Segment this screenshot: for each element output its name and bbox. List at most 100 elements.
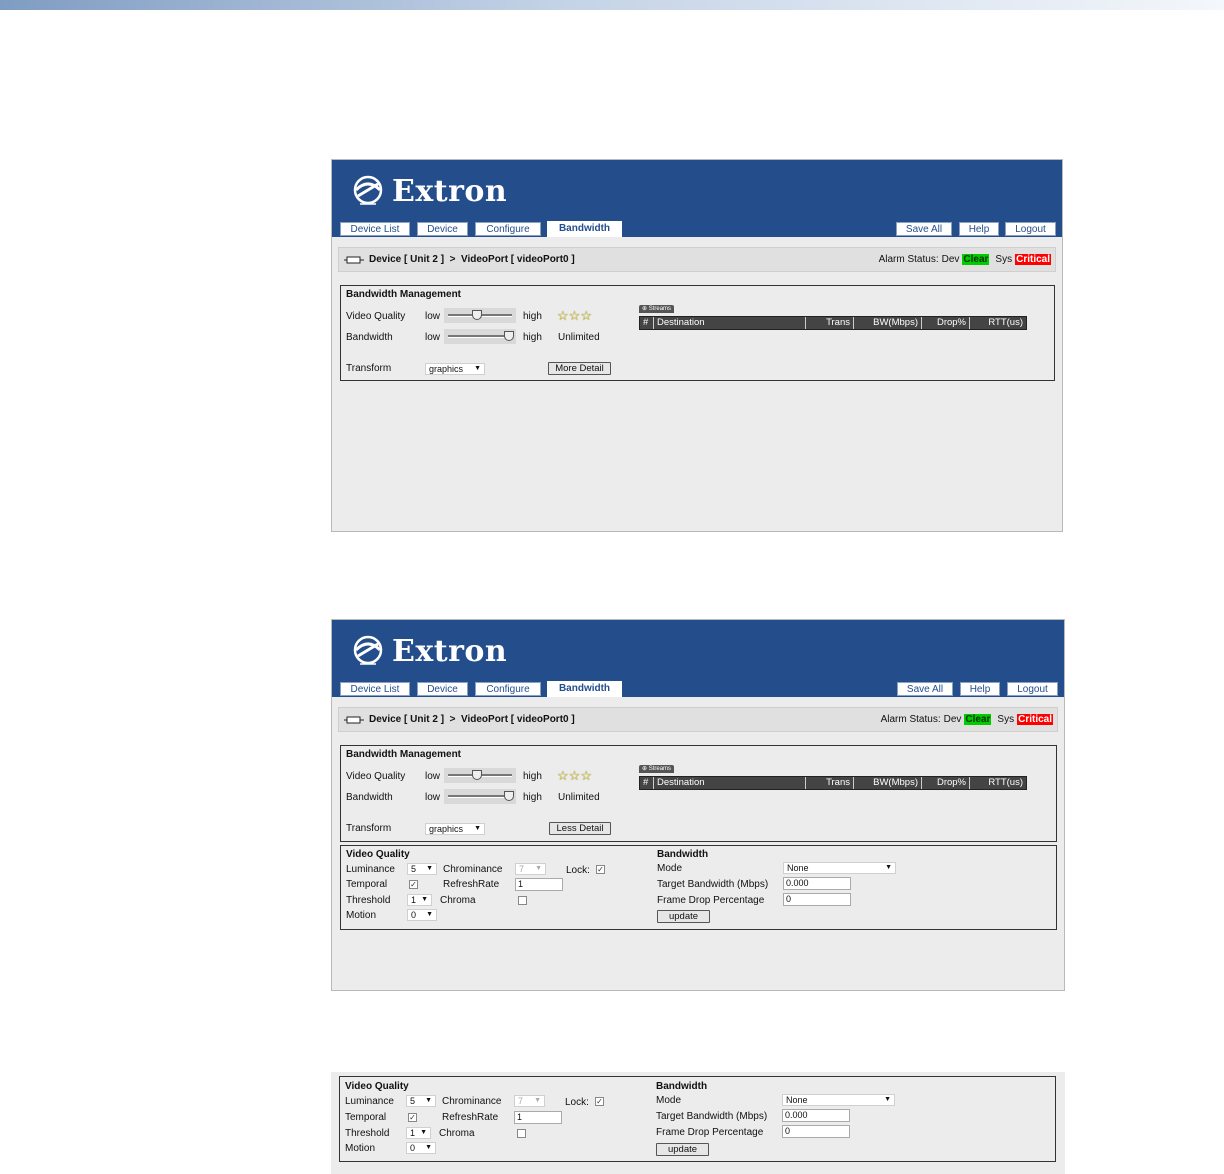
refresh-rate-label: RefreshRate	[442, 1112, 499, 1123]
slider-thumb[interactable]	[504, 791, 514, 801]
tab-configure[interactable]: Configure	[475, 222, 541, 236]
help-button[interactable]: Help	[960, 682, 1000, 696]
streams-tab[interactable]: ⊕ Streams	[639, 765, 675, 773]
target-bandwidth-label: Target Bandwidth (Mbps)	[656, 1111, 768, 1122]
motion-select[interactable]: 0 ▼	[407, 909, 437, 921]
col-header: RTT(us)	[988, 317, 1023, 328]
alarm-status: Alarm Status: Dev Clear Sys Critical	[879, 254, 1051, 265]
lock-label: Lock:	[566, 865, 590, 876]
chroma-checkbox[interactable]	[518, 896, 527, 905]
chevron-down-icon: ▼	[534, 1097, 541, 1104]
refresh-rate-input[interactable]: 1	[515, 878, 563, 891]
temporal-checkbox[interactable]: ✓	[409, 880, 418, 889]
video-quality-label: Video Quality	[346, 311, 406, 322]
target-bandwidth-input[interactable]: 0.000	[782, 1109, 850, 1122]
chroma-checkbox[interactable]	[517, 1129, 526, 1138]
transform-select[interactable]: graphics ▼	[425, 823, 485, 835]
frame-drop-input[interactable]: 0	[782, 1125, 850, 1138]
threshold-select[interactable]: 1 ▼	[406, 1127, 431, 1139]
screenshot-panel-3: Video Quality Luminance 5 ▼ Chrominance 7…	[331, 1072, 1065, 1174]
mode-label: Mode	[656, 1095, 682, 1106]
star-icon: ☆	[568, 308, 581, 323]
tab-device-list[interactable]: Device List	[340, 682, 410, 696]
chevron-down-icon: ▼	[425, 1144, 432, 1151]
tab-device[interactable]: Device	[417, 682, 468, 696]
chevron-down-icon: ▼	[885, 864, 892, 871]
chevron-down-icon: ▼	[474, 365, 481, 372]
streams-tab[interactable]: ⊕ Streams	[639, 305, 675, 313]
target-bandwidth-input[interactable]: 0.000	[783, 877, 851, 890]
streams-table-header: # Destination Trans BW(Mbps) Drop% RTT(u…	[639, 316, 1027, 330]
threshold-select[interactable]: 1 ▼	[407, 894, 432, 906]
tab-bandwidth[interactable]: Bandwidth	[547, 681, 622, 697]
update-button[interactable]: update	[656, 1143, 709, 1156]
breadcrumb-text: Device [ Unit 2 ] > VideoPort [ videoPor…	[369, 254, 575, 265]
threshold-label: Threshold	[346, 895, 391, 906]
vq-high-label: high	[523, 771, 542, 782]
chrominance-select[interactable]: 7 ▼	[515, 863, 546, 875]
chrominance-select[interactable]: 7 ▼	[514, 1095, 545, 1107]
page-top-bar	[0, 0, 1224, 10]
mode-select[interactable]: None ▼	[783, 862, 896, 874]
chroma-label: Chroma	[439, 1128, 475, 1139]
app-header: Extron Device List Device Configure Band…	[332, 160, 1062, 237]
save-all-button[interactable]: Save All	[897, 682, 953, 696]
temporal-label: Temporal	[345, 1112, 387, 1123]
video-quality-slider[interactable]	[444, 308, 516, 323]
luminance-select[interactable]: 5 ▼	[406, 1095, 436, 1107]
chevron-down-icon: ▼	[421, 896, 428, 903]
col-header: Trans	[806, 317, 854, 329]
frame-drop-input[interactable]: 0	[783, 893, 851, 906]
detail-section: Video Quality Luminance 5 ▼ Chrominance 7…	[340, 845, 1057, 930]
less-detail-button[interactable]: Less Detail	[549, 822, 611, 835]
dev-status-badge: Clear	[962, 254, 990, 265]
transform-select[interactable]: graphics ▼	[425, 363, 485, 375]
luminance-label: Luminance	[346, 864, 395, 875]
slider-thumb[interactable]	[472, 310, 483, 320]
lock-checkbox[interactable]: ✓	[595, 1097, 604, 1106]
help-button[interactable]: Help	[959, 222, 999, 236]
bw-low-label: low	[425, 332, 441, 343]
alarm-dev-label: Dev	[943, 714, 962, 725]
star-icon: ☆	[557, 308, 569, 323]
motion-label: Motion	[346, 910, 377, 921]
slider-thumb[interactable]	[472, 770, 483, 780]
luminance-select[interactable]: 5 ▼	[407, 863, 437, 875]
brand-name: Extron	[392, 633, 508, 669]
chevron-down-icon: ▼	[426, 911, 433, 918]
temporal-checkbox[interactable]: ✓	[408, 1113, 417, 1122]
extron-logo: Extron	[350, 173, 508, 209]
logout-button[interactable]: Logout	[1005, 222, 1056, 236]
tab-device[interactable]: Device	[417, 222, 468, 236]
sys-status-badge: Critical	[1015, 254, 1051, 265]
update-button[interactable]: update	[657, 910, 710, 923]
save-all-button[interactable]: Save All	[896, 222, 952, 236]
quality-stars: ☆ ☆ ☆	[557, 309, 592, 322]
breadcrumb: Device [ Unit 2 ] > VideoPort [ videoPor…	[344, 254, 575, 265]
tab-device-list[interactable]: Device List	[340, 222, 410, 236]
more-detail-button[interactable]: More Detail	[548, 362, 611, 375]
luminance-label: Luminance	[345, 1096, 394, 1107]
vq-low-label: low	[425, 311, 441, 322]
screenshot-panel-2: Extron Device List Device Configure Band…	[331, 619, 1065, 991]
col-header: #	[640, 777, 654, 789]
lock-checkbox[interactable]: ✓	[596, 865, 605, 874]
bw-low-label: low	[425, 792, 441, 803]
bandwidth-slider[interactable]	[444, 789, 516, 804]
bandwidth-slider[interactable]	[444, 329, 516, 344]
motion-select[interactable]: 0 ▼	[406, 1142, 436, 1154]
bandwidth-label: Bandwidth	[346, 792, 393, 803]
vq-title: Video Quality	[346, 849, 410, 860]
mode-select[interactable]: None ▼	[782, 1094, 895, 1106]
tab-bandwidth[interactable]: Bandwidth	[547, 221, 622, 237]
tab-configure[interactable]: Configure	[475, 682, 541, 696]
star-icon: ☆	[557, 768, 569, 783]
logout-button[interactable]: Logout	[1007, 682, 1058, 696]
temporal-label: Temporal	[346, 879, 388, 890]
brand-name: Extron	[392, 173, 508, 209]
star-icon: ☆	[568, 768, 581, 783]
video-quality-slider[interactable]	[444, 768, 516, 783]
slider-thumb[interactable]	[504, 331, 514, 341]
refresh-rate-input[interactable]: 1	[514, 1111, 562, 1124]
bandwidth-value: Unlimited	[558, 332, 600, 343]
